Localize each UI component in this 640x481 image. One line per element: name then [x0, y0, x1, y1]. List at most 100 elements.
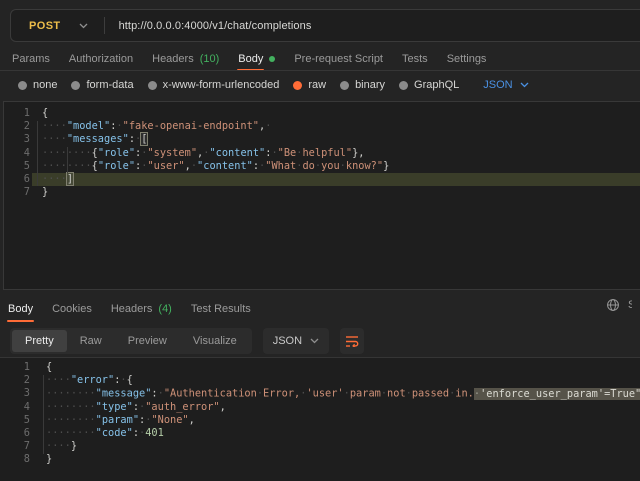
- code-line[interactable]: 8}: [0, 453, 640, 466]
- code-line[interactable]: 4········"type":·"auth_error",: [0, 401, 640, 414]
- tab-label: Cookies: [52, 303, 92, 315]
- body-mode-binary[interactable]: binary: [340, 79, 385, 91]
- token-n: 401: [145, 427, 164, 439]
- token-p: }: [42, 186, 48, 198]
- tab-label: Settings: [447, 53, 487, 65]
- tab-settings[interactable]: Settings: [447, 48, 487, 70]
- body-mode-raw[interactable]: raw: [293, 79, 326, 91]
- code-line[interactable]: 1{: [4, 107, 640, 120]
- token-p: ,·: [197, 147, 209, 159]
- token-sel: ·'enforce_user_param'=True": [474, 388, 640, 400]
- line-number: 2: [4, 120, 30, 133]
- code-line[interactable]: 1{: [0, 361, 640, 374]
- code-line[interactable]: 5········{"role":·"user",·"content":·"Wh…: [4, 160, 640, 173]
- tab-body[interactable]: Body: [8, 298, 33, 320]
- tab-pre-request-script[interactable]: Pre-request Script: [294, 48, 383, 70]
- token-k: "role": [98, 147, 135, 159]
- token-w: ····: [46, 374, 71, 386]
- tab-label: Headers: [111, 303, 153, 315]
- code-line[interactable]: 7}: [4, 186, 640, 199]
- body-mode-graphql[interactable]: GraphQL: [399, 79, 459, 91]
- token-w: ········: [46, 414, 96, 426]
- token-p: },: [352, 147, 364, 159]
- token-p: :·: [110, 120, 122, 132]
- code-line[interactable]: 6····]: [4, 173, 640, 186]
- token-s: "auth_error": [145, 401, 219, 413]
- globe-icon[interactable]: [606, 298, 620, 312]
- tab-label: Body: [8, 303, 33, 315]
- token-p: ,·: [185, 160, 197, 172]
- wrap-text-button[interactable]: [340, 328, 364, 354]
- token-p: :·: [151, 388, 163, 400]
- tab-count-badge: (4): [158, 303, 171, 315]
- code-line[interactable]: 2····"model":·"fake-openai-endpoint",·: [4, 120, 640, 133]
- response-body-editor[interactable]: 1{2 ····"error":·{3········"message":·"Au…: [0, 357, 640, 481]
- token-k: "code": [96, 427, 133, 439]
- body-mode-label: form-data: [86, 79, 133, 91]
- body-mode-none[interactable]: none: [18, 79, 57, 91]
- request-body-editor[interactable]: 1{2····"model":·"fake-openai-endpoint",·…: [3, 101, 640, 290]
- view-preview-button[interactable]: Preview: [115, 330, 180, 352]
- tab-test-results[interactable]: Test Results: [191, 298, 251, 320]
- url-input[interactable]: http://0.0.0.0:4000/v1/chat/completions: [105, 20, 312, 32]
- tab-count-badge: (10): [200, 53, 220, 65]
- token-w: ····: [42, 120, 67, 132]
- code-line[interactable]: 3····"messages":·[: [4, 133, 640, 146]
- chevron-down-icon: [520, 82, 529, 88]
- code-line[interactable]: 7····}: [0, 440, 640, 453]
- token-k: "type": [96, 401, 133, 413]
- code-line[interactable]: 6········"code":·401: [0, 427, 640, 440]
- token-k: "content": [209, 147, 265, 159]
- body-language-dropdown[interactable]: JSON: [483, 79, 528, 91]
- token-p: :·: [135, 160, 147, 172]
- tab-label: Test Results: [191, 303, 251, 315]
- request-url-bar: POST http://0.0.0.0:4000/v1/chat/complet…: [10, 9, 640, 42]
- save-response-label-clipped[interactable]: S: [628, 299, 632, 311]
- tab-params[interactable]: Params: [12, 48, 50, 70]
- radio-icon: [340, 81, 349, 90]
- tab-label: Body: [238, 53, 263, 65]
- token-w: ········: [46, 427, 96, 439]
- view-visualize-button[interactable]: Visualize: [180, 330, 250, 352]
- unsaved-changes-dot-icon: [269, 56, 275, 62]
- token-p: :·: [139, 414, 151, 426]
- code-line[interactable]: 5········"param":·"None",: [0, 414, 640, 427]
- tab-authorization[interactable]: Authorization: [69, 48, 133, 70]
- token-k: "messages": [67, 133, 129, 145]
- code-line[interactable]: 3········"message":·"Authentication·Erro…: [0, 387, 640, 400]
- indent-guide: [43, 375, 44, 454]
- token-p: ,: [220, 401, 226, 413]
- body-mode-label: none: [33, 79, 57, 91]
- token-k: "role": [98, 160, 135, 172]
- token-p: ,: [189, 414, 195, 426]
- tab-label: Params: [12, 53, 50, 65]
- token-k: "model": [67, 120, 110, 132]
- code-line[interactable]: 4········{"role":·"system",·"content":·"…: [4, 147, 640, 160]
- tab-cookies[interactable]: Cookies: [52, 298, 92, 320]
- tab-body[interactable]: Body: [238, 48, 275, 70]
- line-number: 1: [0, 361, 30, 374]
- token-p: :·{: [114, 374, 133, 386]
- response-header-right: S: [606, 298, 632, 312]
- code-line[interactable]: 2 ····"error":·{: [0, 374, 640, 387]
- token-s: "fake-openai-endpoint": [123, 120, 259, 132]
- tab-label: Tests: [402, 53, 428, 65]
- token-p: }: [71, 440, 77, 452]
- token-s: "system": [147, 147, 197, 159]
- body-mode-x-www-form-urlencoded[interactable]: x-www-form-urlencoded: [148, 79, 280, 91]
- response-tabs: Body Cookies Headers (4) Test Results S: [8, 296, 640, 322]
- token-p: :·: [133, 401, 145, 413]
- token-k: "error": [71, 374, 114, 386]
- view-raw-button[interactable]: Raw: [67, 330, 115, 352]
- view-pretty-button[interactable]: Pretty: [12, 330, 67, 352]
- wrap-text-icon: [345, 335, 359, 347]
- token-p: }: [383, 160, 389, 172]
- method-dropdown[interactable]: POST: [11, 20, 104, 32]
- line-number: 2: [0, 374, 30, 387]
- radio-icon: [148, 81, 157, 90]
- tab-headers[interactable]: Headers (4): [111, 298, 172, 320]
- tab-tests[interactable]: Tests: [402, 48, 428, 70]
- body-mode-form-data[interactable]: form-data: [71, 79, 133, 91]
- response-language-dropdown[interactable]: JSON: [263, 328, 329, 354]
- tab-headers[interactable]: Headers(10): [152, 48, 219, 70]
